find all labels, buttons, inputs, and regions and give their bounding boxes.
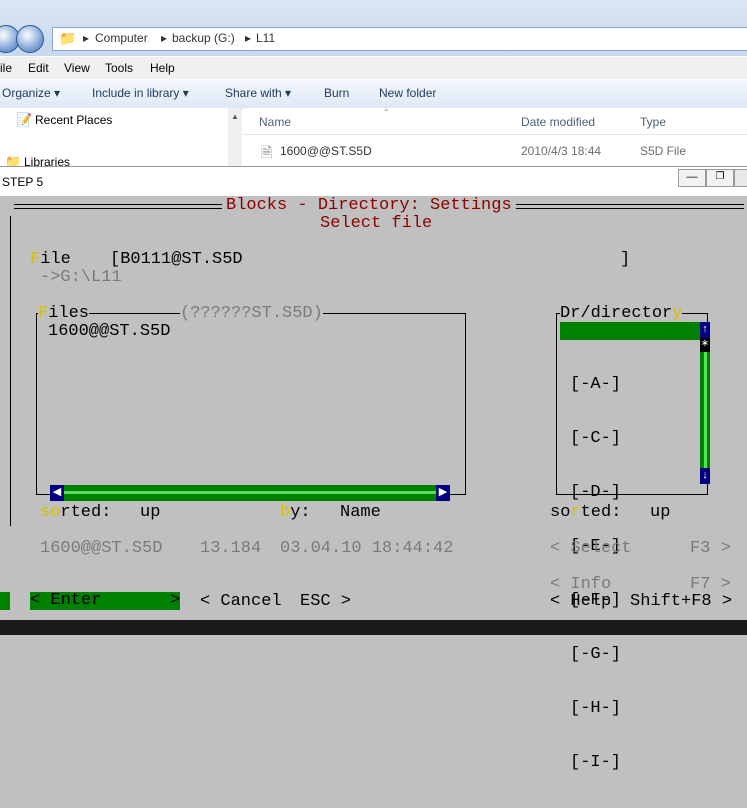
directory-item[interactable]: [-I-] — [570, 754, 621, 772]
chevron-right-icon: ▸ — [245, 31, 252, 45]
file-field-input[interactable]: [B0111@ST.S5D — [110, 250, 243, 269]
explorer-window: 📁 ▸ Computer ▸ backup (G:) ▸ L11 ile Edi… — [0, 0, 747, 170]
minimize-icon: — — [686, 171, 698, 183]
dir-sorted-label: sorted: — [550, 503, 622, 522]
close-button[interactable] — [734, 169, 747, 187]
chevron-right-icon: ▸ — [83, 31, 90, 45]
forward-button[interactable] — [16, 25, 44, 53]
folder-icon: 📁 — [59, 30, 77, 46]
breadcrumb-drive[interactable]: backup (G:) — [172, 31, 235, 45]
info-file-name: 1600@@ST.S5D — [40, 539, 163, 558]
restore-button[interactable]: ❐ — [706, 169, 734, 187]
directory-vscrollbar[interactable]: ↑ ∗ ↓ — [700, 322, 710, 484]
directory-item[interactable]: [-A-] — [570, 376, 621, 394]
column-type[interactable]: Type — [640, 115, 666, 129]
bottom-strip — [0, 620, 747, 635]
minimize-button[interactable]: — — [678, 169, 706, 187]
file-list-header: Name ⌃ Date modified Type — [243, 108, 747, 135]
file-field-label: File — [30, 250, 71, 269]
command-bar: Organize ▾ Include in library ▾ Share wi… — [0, 80, 747, 109]
scroll-up-icon[interactable]: ↑ — [700, 322, 710, 338]
by-value[interactable]: Name — [340, 503, 381, 522]
directory-list: [-A-] [-C-] [-D-] [-E-] [-F-] [-G-] [-H-… — [570, 340, 621, 808]
file-type: S5D File — [640, 144, 687, 158]
chevron-right-icon: ▸ — [161, 31, 168, 45]
files-hscrollbar[interactable]: ◀ ▶ — [50, 485, 450, 501]
address-box[interactable]: 📁 ▸ Computer ▸ backup (G:) ▸ L11 — [52, 27, 747, 51]
directory-item[interactable]: [-D-] — [570, 484, 621, 502]
share-with-button[interactable]: Share with ▾ — [225, 86, 291, 100]
scroll-left-icon[interactable]: ◀ — [50, 485, 64, 501]
dialog-subtitle: Select file — [316, 214, 437, 233]
column-name[interactable]: Name — [259, 115, 291, 129]
sorted-label: sorted: — [40, 503, 112, 522]
enter-button[interactable]: < Enter > — [30, 592, 180, 610]
scroll-thumb[interactable]: ∗ — [700, 338, 710, 352]
by-label: by: — [280, 503, 311, 522]
sorted-value[interactable]: up — [140, 503, 160, 522]
breadcrumb-folder[interactable]: L11 — [256, 31, 275, 45]
scroll-up-icon[interactable]: ▲ — [231, 112, 239, 121]
new-folder-button[interactable]: New folder — [379, 86, 436, 100]
nav-recent-places[interactable]: Recent Places — [35, 113, 112, 127]
scroll-right-icon[interactable]: ▶ — [436, 485, 450, 501]
file-date: 2010/4/3 18:44 — [521, 144, 602, 158]
vscroll-track-highlight — [704, 352, 707, 468]
file-icon: 🗎 — [261, 144, 273, 160]
select-key: F3 > — [690, 539, 731, 558]
dialog-title: Blocks - Directory: Settings — [222, 196, 516, 215]
help-button[interactable]: < Help — [550, 592, 611, 611]
burn-button[interactable]: Burn — [324, 86, 349, 100]
dos-dialog: Blocks - Directory: Settings Select file… — [0, 196, 747, 772]
nav-scrollbar[interactable]: ▲ — [228, 108, 242, 170]
menu-help[interactable]: Help — [150, 61, 175, 75]
recent-places-icon: 📝 — [16, 112, 33, 127]
files-filter: (??????ST.S5D) — [180, 304, 323, 323]
directory-item[interactable]: [-G-] — [570, 646, 621, 664]
sort-arrow-icon: ⌃ — [383, 108, 390, 117]
menu-view[interactable]: View — [64, 61, 90, 75]
info-file-size: 13.184 — [200, 539, 262, 558]
file-row[interactable]: 🗎 1600@@ST.S5D 2010/4/3 18:44 S5D File — [243, 138, 747, 162]
menu-file[interactable]: ile — [0, 61, 12, 75]
directory-item[interactable]: [-H-] — [570, 700, 621, 718]
include-in-library-button[interactable]: Include in library ▾ — [92, 86, 189, 100]
files-box-label: Files — [38, 304, 90, 323]
breadcrumb-computer[interactable]: Computer — [95, 31, 148, 45]
directory-selected-row[interactable] — [560, 322, 700, 340]
navigation-pane: 📝 Recent Places 📁 Libraries — [0, 108, 228, 170]
restore-icon: ❐ — [715, 171, 725, 182]
menu-bar: ile Edit View Tools Help — [0, 57, 747, 79]
left-edge-marker — [0, 592, 10, 610]
menu-edit[interactable]: Edit — [28, 61, 49, 75]
file-name: 1600@@ST.S5D — [280, 144, 372, 158]
cancel-key: ESC > — [300, 592, 352, 611]
organize-button[interactable]: Organize ▾ — [2, 86, 60, 100]
directory-item[interactable]: [-C-] — [570, 430, 621, 448]
file-field-bracket: ] — [620, 250, 631, 269]
scroll-down-icon[interactable]: ↓ — [700, 468, 710, 484]
files-list-item[interactable]: 1600@@ST.S5D — [48, 322, 170, 341]
info-file-date: 03.04.10 18:44:42 — [280, 539, 454, 558]
help-key: Shift+F8 > — [630, 592, 733, 611]
directory-box-label: Dr/directory — [560, 304, 683, 323]
column-date-modified[interactable]: Date modified — [521, 115, 595, 129]
window-title: STEP 5 — [2, 175, 44, 189]
dialog-left-border — [2, 216, 11, 526]
menu-tools[interactable]: Tools — [105, 61, 133, 75]
hscroll-track-highlight — [64, 491, 436, 494]
step5-title-bar: STEP 5 — ❐ — [0, 166, 747, 197]
address-bar-area: 📁 ▸ Computer ▸ backup (G:) ▸ L11 — [0, 0, 747, 56]
cancel-button[interactable]: < Cancel — [200, 592, 282, 611]
current-path: ->G:\L11 — [40, 268, 122, 287]
select-button[interactable]: < Select — [550, 539, 632, 558]
dir-sorted-value[interactable]: up — [650, 503, 670, 522]
